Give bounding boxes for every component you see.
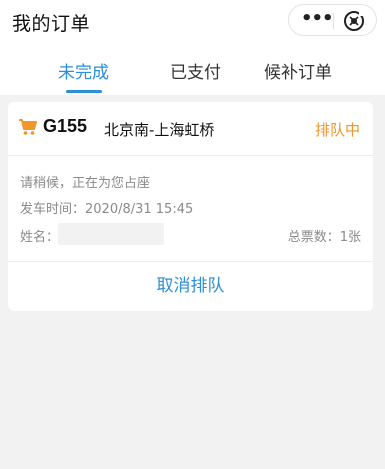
mini-program-capsule: ••• <box>288 4 377 36</box>
cancel-queue-button[interactable]: 取消排队 <box>8 262 373 310</box>
status-badge: 排队中 <box>314 121 360 139</box>
card-divider-top <box>8 155 373 156</box>
page-title: 我的订单 <box>12 13 91 35</box>
tab-waitlist[interactable]: 候补订单 <box>264 58 332 83</box>
departure-time: 发车时间：2020/8/31 15:45 <box>20 202 194 217</box>
order-card: G155 北京南-上海虹桥 排队中 请稍候，正在为您占座 发车时间：2020/8… <box>8 102 373 311</box>
order-tabs: 未完成 已支付 候补订单 <box>0 50 385 94</box>
active-tab-indicator <box>66 90 102 93</box>
capsule-divider <box>333 13 334 29</box>
tab-paid[interactable]: 已支付 <box>170 58 221 83</box>
app-header: 我的订单 ••• 未完成 已支付 候补订单 <box>0 0 385 95</box>
passenger-name-label: 姓名： <box>20 230 60 245</box>
tab-unfinished[interactable]: 未完成 <box>58 58 109 83</box>
waiting-message: 请稍候，正在为您占座 <box>20 176 151 191</box>
more-icon[interactable]: ••• <box>301 8 334 32</box>
train-route: 北京南-上海虹桥 <box>104 121 215 139</box>
ticket-count: 总票数：1张 <box>287 230 361 245</box>
close-icon[interactable] <box>343 10 365 32</box>
passenger-name-value <box>58 223 164 245</box>
train-number: G155 <box>43 116 88 136</box>
cart-icon <box>18 118 38 136</box>
